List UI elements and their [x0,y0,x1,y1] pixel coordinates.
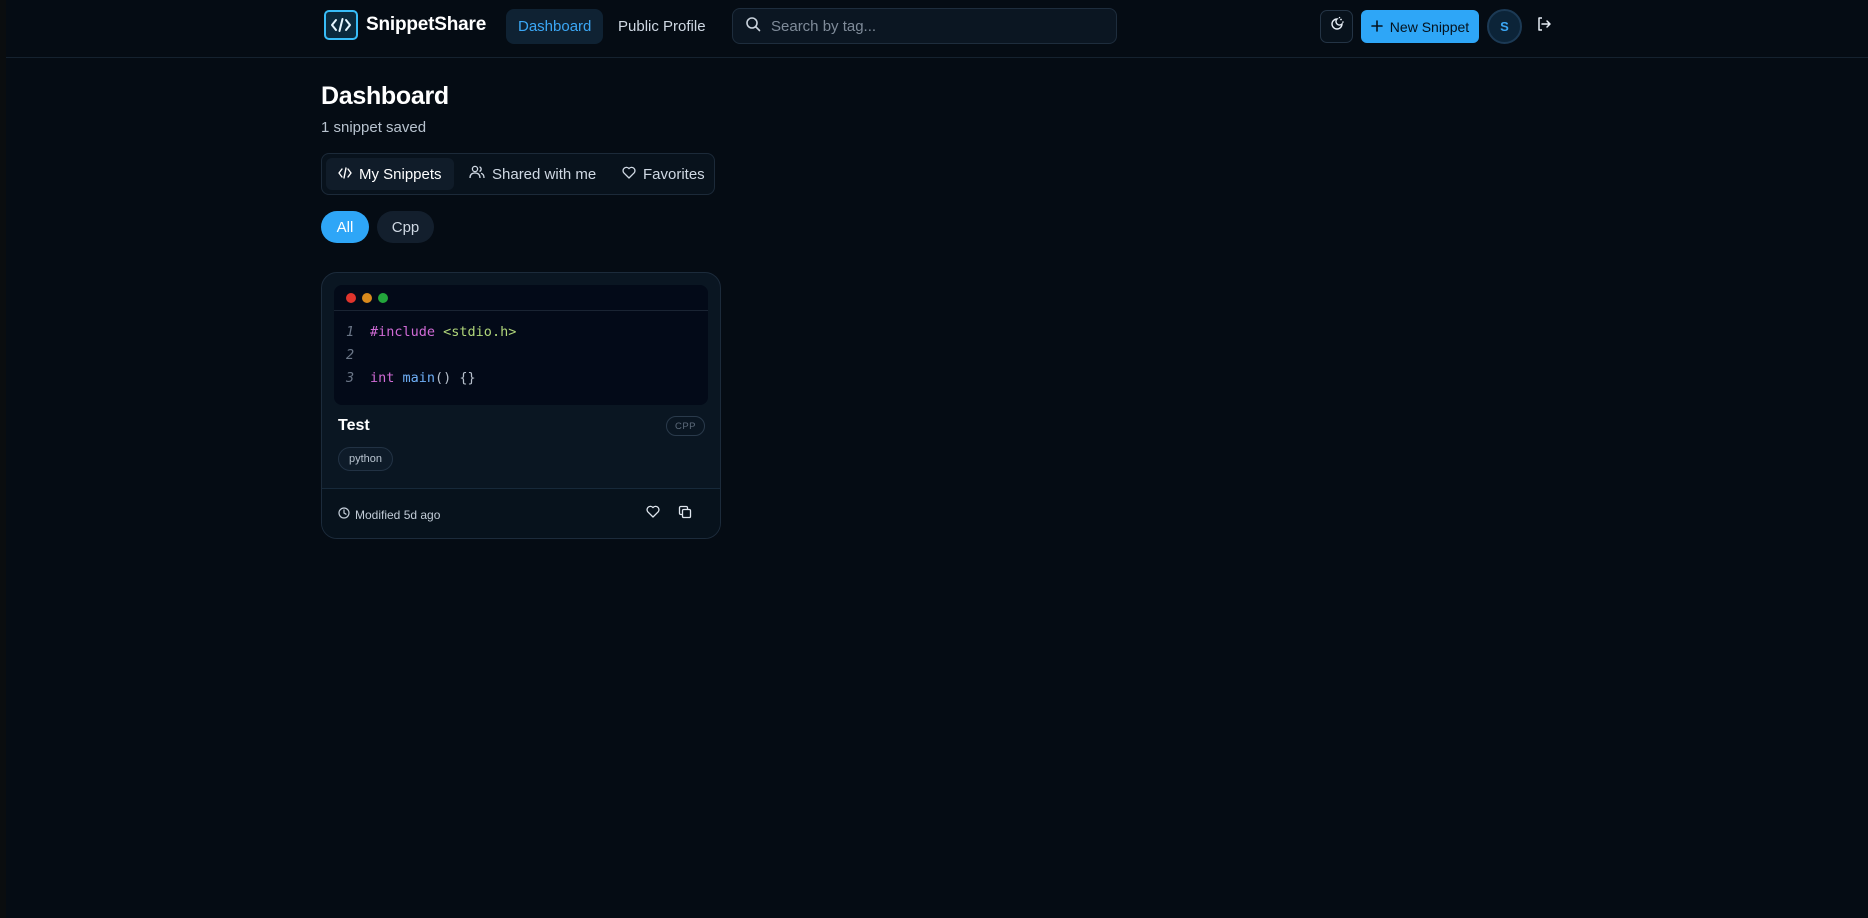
new-snippet-label: New Snippet [1389,18,1470,35]
line-number: 3 [346,369,355,386]
code-text: int main() {} [370,370,476,386]
window-dot-green [378,292,388,303]
modified-text: Modified 5d ago [355,507,441,522]
code-line: 3 int main() {} [334,366,708,389]
code-brackets-icon [324,10,358,40]
copy-icon [678,505,692,524]
search-bar[interactable] [732,8,1117,44]
snippet-count: 1 snippet saved [321,119,427,136]
line-number: 2 [346,346,355,363]
modified-info: Modified 5d ago [338,507,440,522]
app-name: SnippetShare [366,14,487,35]
copy-button[interactable] [675,504,695,524]
code-token: main [402,369,436,386]
snippet-card[interactable]: 1 #include <stdio.h> 2 3 int main() {} T… [321,272,721,539]
code-window-bar [334,285,708,311]
logout-button[interactable] [1533,15,1555,37]
nav-public-profile[interactable]: Public Profile [606,9,718,44]
clock-icon [338,507,350,522]
logout-icon [1536,16,1552,37]
code-text: #include <stdio.h> [370,324,516,340]
window-edge [0,0,6,918]
filter-all[interactable]: All [321,211,369,243]
filter-cpp[interactable]: Cpp [377,211,434,243]
tab-shared-with-me[interactable]: Shared with me [457,158,608,190]
code-icon [338,166,352,183]
search-icon [745,16,761,37]
users-icon [469,165,485,183]
language-badge: CPP [665,416,705,436]
new-snippet-button[interactable]: New Snippet [1361,10,1479,43]
tab-favorites[interactable]: Favorites [610,158,717,190]
code-token: #include [370,323,436,340]
card-footer: Modified 5d ago [322,488,720,538]
code-body: 1 #include <stdio.h> 2 3 int main() {} [334,311,708,389]
window-dot-red [346,292,356,303]
code-preview: 1 #include <stdio.h> 2 3 int main() {} [334,285,708,405]
snippet-tag[interactable]: python [338,447,394,471]
top-navbar: SnippetShare Dashboard Public Profile Se… [6,0,1868,58]
theme-toggle-icon [1329,16,1345,37]
main-content: Dashboard 1 snippet saved My Snippets Sh… [321,82,1421,539]
theme-toggle-button[interactable] [1320,10,1353,43]
code-token: () {} [435,369,476,386]
snippet-tabs: My Snippets Shared with me Favorites [321,153,715,195]
code-line: 2 [334,343,708,366]
search-input[interactable] [771,17,1091,35]
tab-label: Favorites [643,165,705,183]
tab-label: Shared with me [492,165,597,183]
app-logo[interactable]: SnippetShare [324,10,486,40]
window-dot-yellow [362,292,372,303]
code-token: <stdio.h> [443,323,517,340]
user-avatar[interactable]: S [1487,9,1522,44]
nav-dashboard[interactable]: Dashboard [506,9,604,44]
tab-my-snippets[interactable]: My Snippets [326,158,454,190]
favorite-button[interactable] [643,504,663,524]
heart-icon [646,505,660,523]
tab-label: My Snippets [359,165,442,183]
page-title: Dashboard [321,82,449,110]
plus-icon [1370,19,1383,35]
code-line: 1 #include <stdio.h> [334,320,708,343]
snippet-title: Test [338,417,370,434]
heart-icon [622,166,636,183]
line-number: 1 [346,323,355,340]
code-token: int [370,369,395,386]
